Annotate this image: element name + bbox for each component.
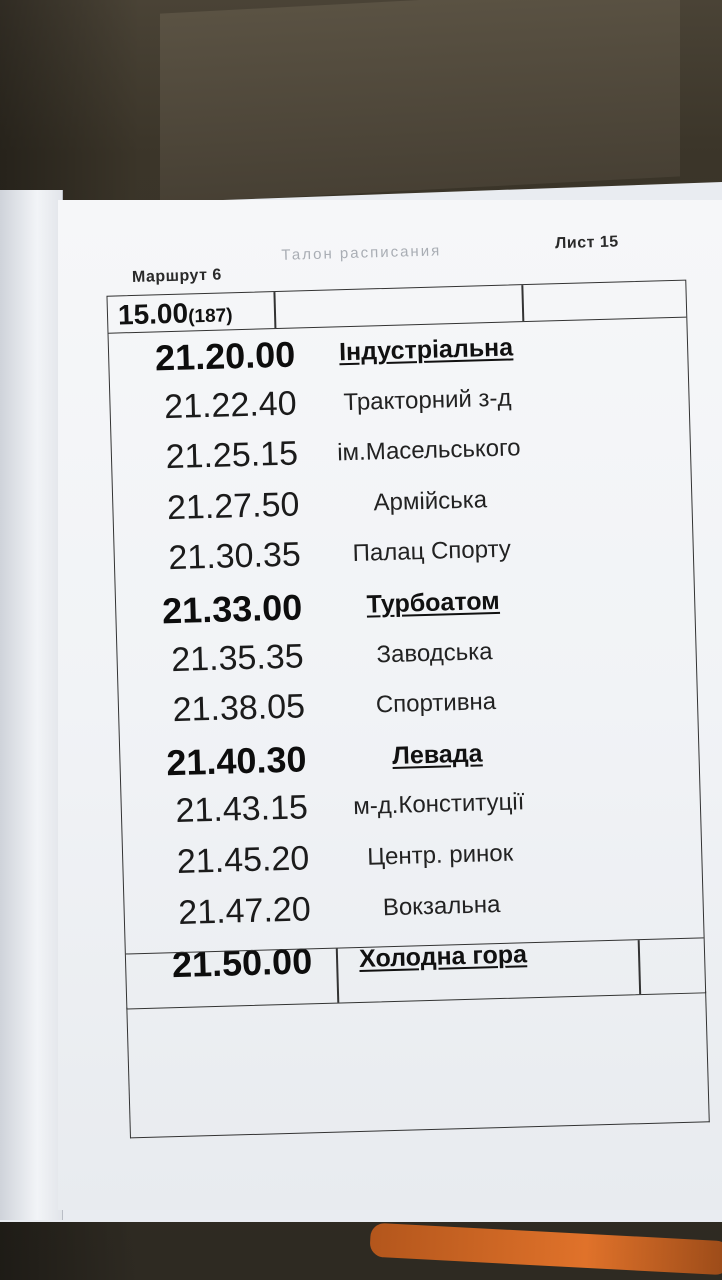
schedule-sheet: Маршрут 6 Талон расписания Лист 15 15.00… [58,200,722,1210]
key-stop-name: Левада [391,739,483,770]
stop-name: Палац Спорту [352,535,512,568]
stop-name: Заводська [376,637,493,668]
table-divider [521,285,524,322]
stop-name: м-д.Конституції [352,788,525,821]
table-divider [637,940,641,995]
sheet-title: Талон расписания [281,242,442,264]
departure-time: 21.25.15 [165,434,299,477]
start-time: 15.00 [117,297,189,331]
orange-pen [369,1222,722,1276]
route-label: Маршрут 6 [131,266,223,287]
schedule-content: Маршрут 6 Талон расписания Лист 15 15.00… [44,191,722,1219]
departure-time: 21.40.30 [165,738,308,784]
stop-name: ім.Масельського [336,434,521,467]
start-count: (187) [187,305,233,328]
stop-name: Тракторний з-д [343,384,512,416]
departure-time: 21.45.20 [176,839,310,881]
schedule-table: 15.00(187) 21.20.00 Індустріальна 21.22.40… [106,279,707,1010]
stop-list: 21.20.00 Індустріальна 21.22.40 Тракторний … [109,319,705,993]
stop-name: Центр. ринок [366,839,514,871]
stop-name: Спортивна [375,688,497,719]
table-divider [273,292,276,329]
departure-time: 21.30.35 [167,535,302,578]
departure-time: 21.35.35 [170,636,305,679]
departure-time: 21.47.20 [177,889,312,932]
key-stop-name: Турбоатом [366,586,501,619]
table-divider [335,948,339,1003]
start-time-cell: 15.00(187) [118,296,233,331]
background-box [160,0,680,204]
departure-time: 21.27.50 [166,485,300,527]
stop-name: Армійська [373,485,488,517]
departure-time: 21.38.05 [172,687,306,730]
departure-time: 21.20.00 [154,333,296,379]
notes-box [126,991,710,1139]
departure-time: 21.33.00 [161,586,303,632]
departure-time: 21.22.40 [163,384,298,426]
departure-time: 21.43.15 [174,788,309,831]
key-stop-name: Індустріальна [338,333,514,367]
sheet-number: Лист 15 [554,233,619,253]
stop-name: Вокзальна [382,890,501,921]
